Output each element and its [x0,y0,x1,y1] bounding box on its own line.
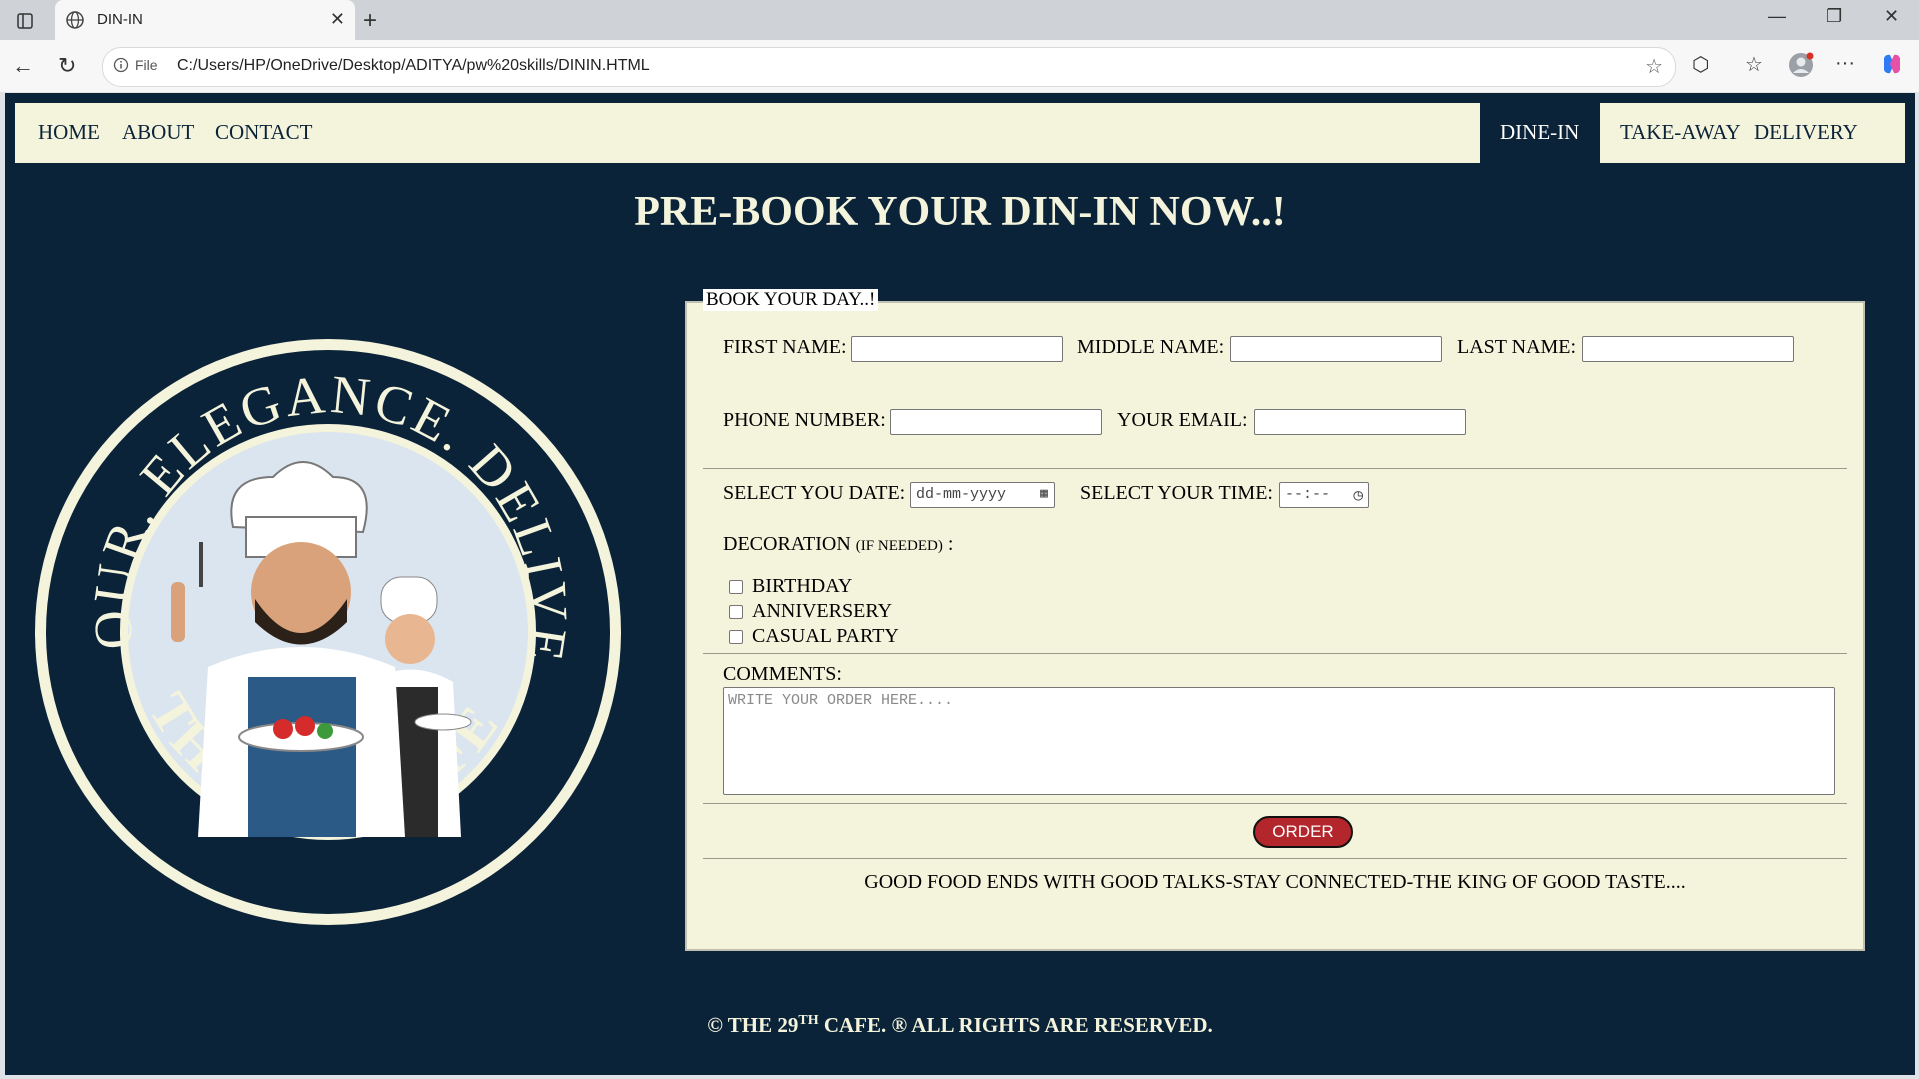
file-chip[interactable]: File [113,57,158,73]
nav-take-away[interactable]: TAKE-AWAY [1620,120,1741,145]
time-label: SELECT YOUR TIME: [1080,482,1273,504]
tab-title: DIN-IN [97,11,143,28]
more-options-icon[interactable]: ··· [1835,52,1855,75]
reload-icon[interactable]: ↻ [58,53,76,79]
favorites-icon[interactable]: ☆ [1745,52,1763,77]
email-label: YOUR EMAIL: [1117,409,1248,431]
page-viewport: HOME ABOUT CONTACT DINE-IN TAKE-AWAY DEL… [5,93,1915,1075]
nav-dine-in-label: DINE-IN [1500,120,1580,144]
copilot-icon[interactable] [1880,52,1904,82]
restore-icon[interactable]: ❐ [1826,6,1842,27]
decoration-note: (IF NEEDED) [855,538,943,554]
casual-party-label: CASUAL PARTY [752,625,899,647]
divider [703,858,1847,859]
booking-form: BOOK YOUR DAY..! FIRST NAME: MIDDLE NAME… [685,289,1865,951]
decoration-label: DECORATION (IF NEEDED) : [723,533,953,556]
date-input[interactable]: dd-mm-yyyy ▦ [910,482,1055,508]
extensions-icon[interactable]: ⬡ [1692,52,1709,77]
nav-about[interactable]: ABOUT [122,120,194,145]
nav-dine-in[interactable]: DINE-IN [1480,103,1600,163]
tab-close-icon[interactable]: ✕ [330,9,345,30]
nav-home[interactable]: HOME [38,120,100,145]
browser-tab-bar: DIN-IN ✕ + — ❐ ✕ [0,0,1919,40]
tab-actions-icon[interactable] [10,8,40,34]
middle-name-input[interactable] [1230,336,1442,362]
footer-suffix: CAFE. ® ALL RIGHTS ARE RESERVED. [818,1013,1213,1037]
cafe-logo: FLAVOUR. ELEGANCE. DELIVERED. THE 29th C… [33,337,621,925]
email-input[interactable] [1254,409,1466,435]
new-tab-icon[interactable]: + [363,7,377,35]
comments-textarea[interactable]: WRITE YOUR ORDER HERE.... [723,687,1835,795]
calendar-icon[interactable]: ▦ [1040,486,1048,501]
birthday-label: BIRTHDAY [752,575,853,597]
time-input[interactable]: --:-- ◷ [1279,482,1369,508]
minimize-icon[interactable]: — [1768,6,1786,27]
divider [703,653,1847,654]
middle-name-label: MIDDLE NAME: [1077,336,1225,358]
order-button[interactable]: ORDER [1253,816,1353,848]
anniversary-label: ANNIVERSERY [752,600,893,622]
page-heading: PRE-BOOK YOUR DIN-IN NOW..! [634,189,1286,235]
favorite-star-icon[interactable]: ☆ [1645,54,1663,79]
first-name-label: FIRST NAME: [723,336,847,358]
footer-copyright: © THE 29TH CAFE. ® ALL RIGHTS ARE RESERV… [5,1013,1915,1038]
date-label: SELECT YOU DATE: [723,482,906,504]
url-text: C:/Users/HP/OneDrive/Desktop/ADITYA/pw%2… [177,57,650,74]
time-placeholder: --:-- [1285,486,1331,503]
phone-input[interactable] [890,409,1102,435]
last-name-label: LAST NAME: [1457,336,1577,358]
browser-tab[interactable]: DIN-IN ✕ [55,0,355,40]
address-bar[interactable]: File C:/Users/HP/OneDrive/Desktop/ADITYA… [102,47,1676,87]
birthday-checkbox[interactable] [729,580,743,594]
comments-placeholder: WRITE YOUR ORDER HERE.... [728,692,954,709]
form-legend: BOOK YOUR DAY..! [703,289,879,311]
casual-party-checkbox[interactable] [729,630,743,644]
nav-contact[interactable]: CONTACT [215,120,312,145]
globe-icon [65,10,85,35]
browser-toolbar: ← ↻ File C:/Users/HP/OneDrive/Desktop/AD… [0,40,1919,93]
back-icon[interactable]: ← [12,53,34,79]
divider [703,468,1847,469]
divider [703,803,1847,804]
anniversary-checkbox[interactable] [729,605,743,619]
tagline: GOOD FOOD ENDS WITH GOOD TALKS-STAY CONN… [864,871,1686,893]
top-navigation: HOME ABOUT CONTACT DINE-IN TAKE-AWAY DEL… [15,103,1905,163]
window-close-icon[interactable]: ✕ [1884,6,1899,27]
first-name-input[interactable] [851,336,1063,362]
last-name-input[interactable] [1582,336,1794,362]
profile-avatar-icon[interactable] [1788,52,1814,84]
comments-label: COMMENTS: [723,663,842,685]
decoration-title: DECORATION [723,533,851,555]
info-icon [113,57,129,73]
clock-icon[interactable]: ◷ [1353,485,1363,505]
footer-prefix: © THE 29 [707,1013,799,1037]
footer-sup: TH [798,1013,819,1028]
nav-delivery[interactable]: DELIVERY [1754,120,1858,145]
decoration-colon: : [947,533,954,555]
file-chip-label: File [135,57,158,73]
phone-label: PHONE NUMBER: [723,409,886,431]
date-placeholder: dd-mm-yyyy [916,486,1007,503]
